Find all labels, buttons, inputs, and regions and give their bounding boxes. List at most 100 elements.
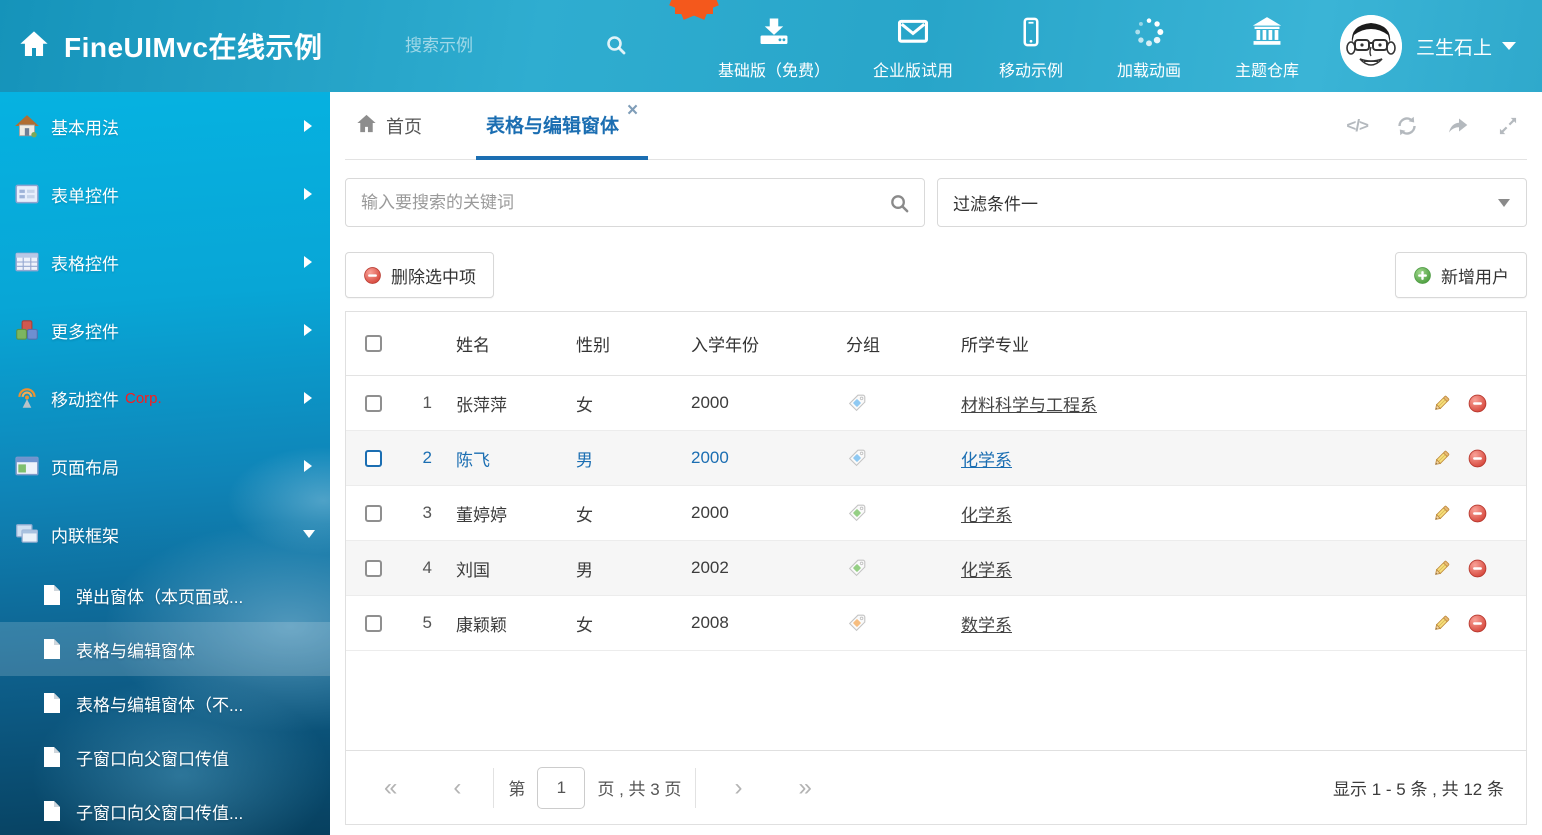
delete-selected-button[interactable]: 删除选中项 — [345, 252, 494, 298]
row-checkbox[interactable] — [365, 505, 382, 522]
add-user-button[interactable]: 新增用户 — [1395, 252, 1527, 298]
column-header-year[interactable]: 入学年份 — [681, 331, 831, 356]
table-row[interactable]: 5 康颖颖 女 2008 数学系 — [346, 596, 1526, 651]
share-icon[interactable] — [1446, 114, 1470, 138]
nav-item-basic-edition[interactable]: FREE! 基础版（免费） — [694, 11, 854, 81]
source-code-icon[interactable]: </> — [1346, 116, 1368, 136]
close-icon[interactable]: × — [627, 100, 638, 122]
nav-item-enterprise-trial[interactable]: 企业版试用 — [854, 11, 972, 81]
cell-year: 2008 — [681, 613, 831, 633]
search-icon[interactable] — [888, 192, 911, 220]
tab-grid-edit-window[interactable]: 表格与编辑窗体 × — [476, 92, 648, 160]
major-link[interactable]: 化学系 — [961, 561, 1012, 580]
cell-gender: 女 — [566, 611, 681, 636]
sidebar-subitem-grid-edit-window-2[interactable]: 表格与编辑窗体（不... — [0, 676, 330, 730]
nav-item-mobile-demo[interactable]: 移动示例 — [972, 11, 1090, 81]
sidebar-item-grid-controls[interactable]: 表格控件 — [0, 228, 330, 296]
select-all-checkbox[interactable] — [365, 335, 382, 352]
column-header-group[interactable]: 分组 — [831, 331, 946, 356]
sidebar: 基本用法 表单控件 表格控件 更多控件 — [0, 92, 330, 835]
chevron-right-icon — [304, 392, 312, 404]
header-nav: FREE! 基础版（免费） 企业版试用 移动示例 加载 — [694, 11, 1326, 81]
delete-icon[interactable] — [1467, 558, 1488, 579]
edit-icon[interactable] — [1431, 558, 1452, 579]
sidebar-subitem-child-to-parent[interactable]: 子窗口向父窗口传值 — [0, 730, 330, 784]
row-checkbox[interactable] — [365, 615, 382, 632]
edit-icon[interactable] — [1431, 503, 1452, 524]
download-icon — [756, 11, 792, 49]
file-icon — [42, 584, 62, 606]
chevron-right-icon — [304, 120, 312, 132]
column-header-gender[interactable]: 性别 — [566, 331, 681, 356]
nav-item-loading-animation[interactable]: 加载动画 — [1090, 11, 1208, 81]
filter-select[interactable]: 过滤条件一 — [937, 178, 1527, 227]
header-search[interactable] — [405, 36, 610, 56]
sidebar-subitem-child-to-parent-2[interactable]: 子窗口向父窗口传值... — [0, 784, 330, 835]
major-link[interactable]: 材料科学与工程系 — [961, 396, 1097, 415]
sidebar-item-iframe[interactable]: 内联框架 — [0, 500, 330, 568]
keyword-search-input[interactable] — [346, 179, 924, 226]
row-number: 3 — [401, 503, 446, 523]
column-header-name[interactable]: 姓名 — [446, 331, 566, 356]
delete-icon[interactable] — [1467, 448, 1488, 469]
chevron-down-icon — [1498, 199, 1510, 207]
cell-year: 2000 — [681, 393, 831, 413]
sidebar-item-page-layout[interactable]: 页面布局 — [0, 432, 330, 500]
minus-circle-icon — [363, 266, 382, 285]
sidebar-subitem-popup-window[interactable]: 弹出窗体（本页面或... — [0, 568, 330, 622]
search-icon[interactable] — [604, 33, 628, 62]
chevron-down-icon — [1502, 42, 1516, 50]
user-menu[interactable]: 三生石上 — [1340, 15, 1542, 77]
edit-icon[interactable] — [1431, 448, 1452, 469]
sidebar-item-mobile-controls[interactable]: 移动控件 Corp. — [0, 364, 330, 432]
sidebar-subitem-grid-edit-window[interactable]: 表格与编辑窗体 — [0, 622, 330, 676]
cell-year: 2000 — [681, 448, 831, 468]
sidebar-item-form-controls[interactable]: 表单控件 — [0, 160, 330, 228]
layout-icon — [14, 453, 40, 479]
table-row[interactable]: 3 董婷婷 女 2000 化学系 — [346, 486, 1526, 541]
table-row[interactable]: 1 张萍萍 女 2000 材料科学与工程系 — [346, 376, 1526, 431]
tab-home[interactable]: 首页 — [345, 92, 432, 159]
header-search-input[interactable] — [405, 36, 610, 56]
brand[interactable]: FineUIMvc在线示例 — [0, 26, 405, 66]
major-link[interactable]: 数学系 — [961, 616, 1012, 635]
table-icon — [14, 249, 40, 275]
table-row[interactable]: 2 陈飞 男 2000 化学系 — [346, 431, 1526, 486]
tag-icon — [831, 392, 946, 414]
bank-icon — [1249, 11, 1285, 49]
tag-icon — [831, 557, 946, 579]
edit-icon[interactable] — [1431, 393, 1452, 414]
major-link[interactable]: 化学系 — [961, 506, 1012, 525]
edit-icon[interactable] — [1431, 613, 1452, 634]
grid-empty-area — [346, 651, 1526, 750]
nav-item-theme-store[interactable]: 主题仓库 — [1208, 11, 1326, 81]
sidebar-item-basic-usage[interactable]: 基本用法 — [0, 92, 330, 160]
page-suffix: 页 , 共 3 页 — [597, 775, 681, 800]
chevron-down-icon — [303, 530, 315, 538]
keyword-search[interactable] — [345, 178, 925, 227]
home-icon — [18, 28, 50, 65]
chevron-right-icon — [304, 188, 312, 200]
next-page-button[interactable]: › — [734, 776, 742, 800]
avatar[interactable] — [1340, 15, 1402, 77]
delete-icon[interactable] — [1467, 393, 1488, 414]
delete-icon[interactable] — [1467, 613, 1488, 634]
first-page-button[interactable]: « — [384, 776, 397, 800]
row-number: 4 — [401, 558, 446, 578]
column-header-major[interactable]: 所学专业 — [946, 331, 1416, 356]
cell-year: 2002 — [681, 558, 831, 578]
prev-page-button[interactable]: ‹ — [453, 776, 461, 800]
delete-icon[interactable] — [1467, 503, 1488, 524]
row-checkbox[interactable] — [365, 395, 382, 412]
cell-gender: 女 — [566, 501, 681, 526]
mail-icon — [895, 11, 931, 49]
page-number-input[interactable] — [537, 767, 585, 809]
sidebar-item-more-controls[interactable]: 更多控件 — [0, 296, 330, 364]
row-checkbox[interactable] — [365, 560, 382, 577]
major-link[interactable]: 化学系 — [961, 451, 1012, 470]
expand-icon[interactable] — [1497, 115, 1519, 137]
refresh-icon[interactable] — [1395, 114, 1419, 138]
row-checkbox[interactable] — [365, 450, 382, 467]
table-row[interactable]: 4 刘国 男 2002 化学系 — [346, 541, 1526, 596]
last-page-button[interactable]: » — [798, 776, 811, 800]
